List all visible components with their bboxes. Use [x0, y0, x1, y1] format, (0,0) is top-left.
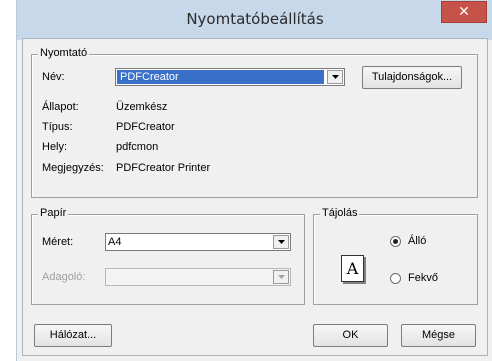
orientation-group-legend: Tájolás	[320, 207, 360, 219]
title-bar[interactable]: Nyomtatóbeállítás ✕	[17, 0, 492, 40]
source-label: Adagoló:	[42, 271, 86, 283]
type-label: Típus:	[42, 121, 73, 133]
paper-group: Papír Méret: A4 Adagoló:	[31, 207, 305, 305]
chevron-down-icon[interactable]	[273, 235, 289, 249]
location-value: pdfcmon	[116, 141, 159, 153]
dialog-body: Nyomtató Név: PDFCreator Tulajdonságok..…	[22, 38, 488, 356]
portrait-radio[interactable]	[390, 236, 401, 247]
properties-button[interactable]: Tulajdonságok...	[362, 66, 462, 89]
comment-value: PDFCreator Printer	[116, 162, 211, 174]
chevron-down-icon	[273, 270, 289, 284]
status-label: Állapot:	[42, 101, 79, 113]
paper-source-select	[105, 268, 291, 286]
portrait-page-icon: A	[341, 255, 364, 282]
type-value: PDFCreator	[116, 121, 175, 133]
landscape-radio[interactable]	[390, 273, 401, 284]
printer-group-legend: Nyomtató	[38, 47, 90, 59]
name-label: Név:	[42, 71, 65, 83]
chevron-down-icon[interactable]	[327, 70, 343, 84]
print-setup-dialog: Nyomtatóbeállítás ✕ Nyomtató Név: PDFCre…	[16, 0, 492, 361]
close-button[interactable]: ✕	[441, 1, 487, 23]
status-value: Üzemkész	[116, 101, 168, 113]
close-icon: ✕	[458, 3, 470, 19]
size-label: Méret:	[42, 236, 74, 248]
orientation-icon-letter: A	[346, 259, 359, 278]
paper-size-select[interactable]: A4	[105, 233, 291, 251]
portrait-label[interactable]: Álló	[408, 235, 426, 247]
printer-name-select[interactable]: PDFCreator	[115, 68, 345, 86]
ok-button[interactable]: OK	[313, 324, 388, 347]
paper-group-legend: Papír	[38, 207, 69, 219]
dialog-title: Nyomtatóbeállítás	[186, 10, 324, 28]
orientation-group: Tájolás A Álló Fekvő	[313, 207, 478, 305]
network-button[interactable]: Hálózat...	[34, 324, 112, 347]
printer-group: Nyomtató Név: PDFCreator Tulajdonságok..…	[31, 47, 478, 198]
location-label: Hely:	[42, 141, 68, 153]
paper-size-value: A4	[108, 236, 122, 248]
comment-label: Megjegyzés:	[42, 162, 104, 174]
landscape-label[interactable]: Fekvő	[408, 272, 438, 284]
printer-name-value: PDFCreator	[117, 70, 324, 84]
cancel-button[interactable]: Mégse	[401, 324, 476, 347]
